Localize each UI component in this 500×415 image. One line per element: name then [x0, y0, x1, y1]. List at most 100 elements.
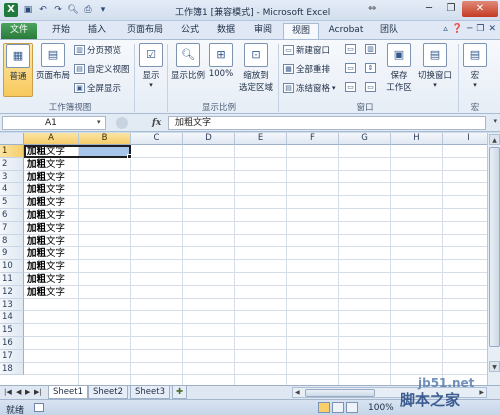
macros-button[interactable]: ▤ 宏 ▾ [462, 43, 488, 89]
insert-sheet-icon[interactable]: ✚ [172, 386, 188, 399]
tab-formulas[interactable]: 公式 [173, 23, 207, 39]
row-header-4[interactable]: 4 [0, 183, 24, 197]
row-header-6[interactable]: 6 [0, 209, 24, 222]
insert-function-icon[interactable]: fx [152, 116, 161, 130]
save-icon[interactable]: ▣ [22, 4, 34, 16]
tab-insert[interactable]: 插入 [80, 23, 114, 39]
help-icon[interactable]: ❓ [452, 24, 463, 34]
row-header-5[interactable]: 5 [0, 196, 24, 209]
freeze-panes-button[interactable]: ▤ 冻结窗格 ▾ [283, 82, 336, 94]
row-header-12[interactable]: 12 [0, 285, 24, 299]
undo-icon[interactable]: ↶ [37, 4, 49, 16]
row-header-1[interactable]: 1 [0, 145, 24, 158]
show-button[interactable]: ☑ 显示 ▾ [138, 43, 164, 89]
row-header-9[interactable]: 9 [0, 247, 24, 261]
column-header-c[interactable]: C [131, 133, 183, 145]
column-header-b[interactable]: B [79, 133, 131, 145]
tab-view[interactable]: 视图 [283, 23, 319, 39]
worksheet-grid[interactable]: ABCDEFGHI 1 2 3 4 5 6 7 8 9 10 11 12 13 14 15 16 17 18 加粗… [0, 133, 487, 385]
row-header-7[interactable]: 7 [0, 221, 24, 235]
macro-record-icon[interactable] [34, 403, 44, 412]
row-header-2[interactable]: 2 [0, 157, 24, 171]
vertical-scrollbar[interactable]: ▲ ▼ [487, 133, 500, 385]
close-workbook-icon[interactable]: ✕ [488, 24, 496, 34]
vertical-scroll-thumb[interactable] [489, 147, 500, 347]
page-layout-icon[interactable] [332, 402, 344, 413]
normal-view-icon[interactable] [318, 402, 330, 413]
unhide-button[interactable]: ▭ [345, 82, 356, 92]
close-button[interactable]: ✕ [462, 1, 498, 17]
row-header-18[interactable]: 18 [0, 362, 24, 376]
row-header-13[interactable]: 13 [0, 298, 24, 312]
column-header-e[interactable]: E [235, 133, 287, 145]
reset-window-button[interactable]: ▭ [365, 82, 376, 92]
row-header-17[interactable]: 17 [0, 349, 24, 363]
column-header-g[interactable]: G [339, 133, 391, 145]
collapse-ribbon-icon[interactable]: ▵ [443, 24, 448, 34]
tab-acrobat[interactable]: Acrobat [323, 23, 369, 39]
formula-input[interactable]: 加粗文字 [168, 116, 486, 130]
tab-home[interactable]: 开始 [44, 23, 78, 39]
switch-windows-button[interactable]: ▤ 切换窗口 ▾ [415, 43, 455, 89]
column-header-h[interactable]: H [391, 133, 443, 145]
scroll-right-icon[interactable]: ▶ [479, 388, 484, 397]
tab-page-layout[interactable]: 页面布局 [118, 23, 172, 39]
column-header-a[interactable]: A [24, 133, 79, 145]
row-header-10[interactable]: 10 [0, 260, 24, 273]
minimize-button[interactable]: ─ [418, 1, 440, 17]
customize-qat-icon[interactable]: ▾ [97, 4, 109, 16]
next-sheet-icon[interactable]: ▶ [25, 388, 30, 396]
row-header-14[interactable]: 14 [0, 311, 24, 325]
cell-a10[interactable]: 加粗文字 [27, 260, 65, 273]
row-header-11[interactable]: 11 [0, 273, 24, 286]
zoom-button[interactable]: 🔍︎ 显示比例 [170, 43, 206, 81]
arrange-all-button[interactable]: ▦ 全部重排 [283, 63, 330, 75]
cell-a11[interactable]: 加粗文字 [27, 273, 65, 286]
chevron-down-icon[interactable]: ▾ [97, 116, 101, 128]
tab-data[interactable]: 数据 [209, 23, 243, 39]
page-layout-view-button[interactable]: ▤ 页面布局 [35, 43, 71, 81]
tab-review[interactable]: 审阅 [246, 23, 280, 39]
zoom-100-button[interactable]: ⊞ 100% [208, 43, 234, 79]
cell-a8[interactable]: 加粗文字 [27, 235, 65, 248]
fill-handle[interactable] [127, 154, 132, 159]
row-header-15[interactable]: 15 [0, 324, 24, 337]
column-header-d[interactable]: D [183, 133, 235, 145]
sheet-tab-sheet1[interactable]: Sheet1 [48, 386, 88, 399]
tab-team[interactable]: 团队 [372, 23, 406, 39]
zoom-level[interactable]: 100% [368, 403, 394, 413]
cell-a6[interactable]: 加粗文字 [27, 209, 65, 222]
zoom-to-selection-button[interactable]: ⊡ 缩放到 选定区域 [238, 43, 274, 93]
prev-sheet-icon[interactable]: ◀ [16, 388, 21, 396]
name-box[interactable]: A1 [2, 116, 106, 130]
column-header-i[interactable]: I [443, 133, 487, 145]
sheet-tab-sheet2[interactable]: Sheet2 [88, 386, 128, 399]
cell-a7[interactable]: 加粗文字 [27, 222, 65, 235]
cell-a9[interactable]: 加粗文字 [27, 247, 65, 260]
scroll-up-icon[interactable]: ▲ [489, 134, 500, 145]
cell-a3[interactable]: 加粗文字 [27, 171, 65, 184]
restore-workbook-icon[interactable]: ❐ [476, 24, 484, 34]
page-break-preview-button[interactable]: ▥ 分页预览 [74, 44, 121, 56]
full-screen-button[interactable]: ▣ 全屏显示 [74, 82, 121, 94]
cell-a2[interactable]: 加粗文字 [27, 158, 65, 171]
normal-view-button[interactable]: ▦ 普通 [3, 43, 33, 97]
printer-icon[interactable]: ⎙ [82, 4, 94, 16]
save-workspace-button[interactable]: ▣ 保存 工作区 [384, 43, 414, 93]
last-sheet-icon[interactable]: ▶| [34, 388, 42, 396]
scroll-left-icon[interactable]: ◀ [295, 388, 300, 397]
minimize-workbook-icon[interactable]: ─ [467, 24, 472, 34]
cell-a12[interactable]: 加粗文字 [27, 286, 65, 299]
tab-file[interactable]: 文件 [1, 23, 37, 39]
row-header-3[interactable]: 3 [0, 170, 24, 184]
row-header-16[interactable]: 16 [0, 337, 24, 350]
restore-button[interactable]: ❐ [440, 1, 462, 17]
cell-a5[interactable]: 加粗文字 [27, 196, 65, 209]
excel-icon[interactable]: X [4, 3, 18, 17]
sync-scroll-button[interactable]: ⇕ [365, 63, 376, 73]
select-all-button[interactable] [0, 133, 24, 145]
cell-a4[interactable]: 加粗文字 [27, 183, 65, 196]
page-break-icon[interactable] [346, 402, 358, 413]
new-window-button[interactable]: ▭ 新建窗口 [283, 44, 330, 56]
split-button[interactable]: ▭ [345, 44, 356, 54]
